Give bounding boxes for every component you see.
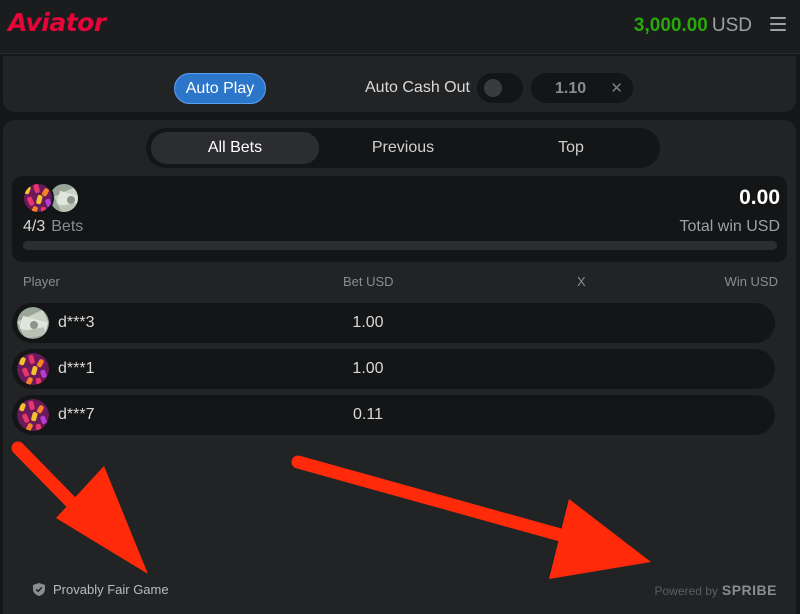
provably-fair-link[interactable]: Provably Fair Game [33,582,169,597]
auto-cash-out-label: Auto Cash Out [365,79,470,96]
table-row: d***3 1.00 [12,303,775,343]
close-icon[interactable]: ✕ [610,79,623,97]
bets-count: 4/3 Bets [23,218,83,236]
balance-display: 3,000.00 USD [634,15,752,37]
balance-currency: USD [711,15,752,36]
shield-check-icon [33,583,45,596]
bet-amount: 1.00 [352,360,384,377]
hamburger-icon[interactable] [770,17,786,31]
player-name: d***7 [58,406,95,423]
toggle-knob [484,79,502,97]
bets-count-label: Bets [51,218,84,235]
bets-progress-bar [23,241,777,250]
bets-tabs: All Bets Previous Top [146,128,660,168]
money-avatar [17,307,49,339]
bet-amount: 0.11 [353,406,383,423]
top-bar: Aviator 3,000.00 USD [0,0,800,54]
player-name: d***1 [58,360,95,377]
player-name: d***3 [58,314,95,331]
tab-all-bets[interactable]: All Bets [151,132,319,164]
bets-summary: 4/3 Bets 0.00 Total win USD [12,176,787,262]
powered-by: Powered by SPRIBE [655,582,778,598]
bet-control-panel: Auto Play Auto Cash Out 1.10 ✕ [3,56,796,112]
bets-table-header: Player Bet USD X Win USD [3,274,796,290]
column-player: Player [23,274,60,289]
candy-avatar [17,353,49,385]
total-win-value: 0.00 [739,186,780,209]
bets-table-body: d***3 1.00 d***1 1.00 d***7 0.11 [12,303,775,441]
tab-top[interactable]: Top [487,132,655,164]
column-win: Win USD [724,274,778,289]
provably-fair-label: Provably Fair Game [53,582,169,597]
auto-cash-out-toggle[interactable] [477,73,523,103]
auto-cash-out-input[interactable]: 1.10 ✕ [531,73,633,103]
table-row: d***1 1.00 [12,349,775,389]
auto-play-button[interactable]: Auto Play [174,73,266,104]
table-row: d***7 0.11 [12,395,775,435]
avatar-stack [22,182,82,214]
total-win-label: Total win USD [679,218,780,235]
spribe-logo: SPRIBE [721,582,777,598]
column-bet: Bet USD [343,274,394,289]
column-multiplier: X [577,274,586,289]
candy-avatar [17,399,49,431]
tab-previous[interactable]: Previous [319,132,487,164]
cash-out-multiplier-value: 1.10 [555,80,587,97]
bets-count-value: 4/3 [23,218,46,235]
aviator-logo: Aviator [8,8,106,37]
powered-by-label: Powered by [654,584,718,598]
bets-panel: All Bets Previous Top 4/3 Bets 0.00 Total… [3,120,796,614]
avatar-group [22,182,80,214]
balance-amount: 3,000.00 [633,15,708,36]
bet-amount: 1.00 [352,314,384,331]
